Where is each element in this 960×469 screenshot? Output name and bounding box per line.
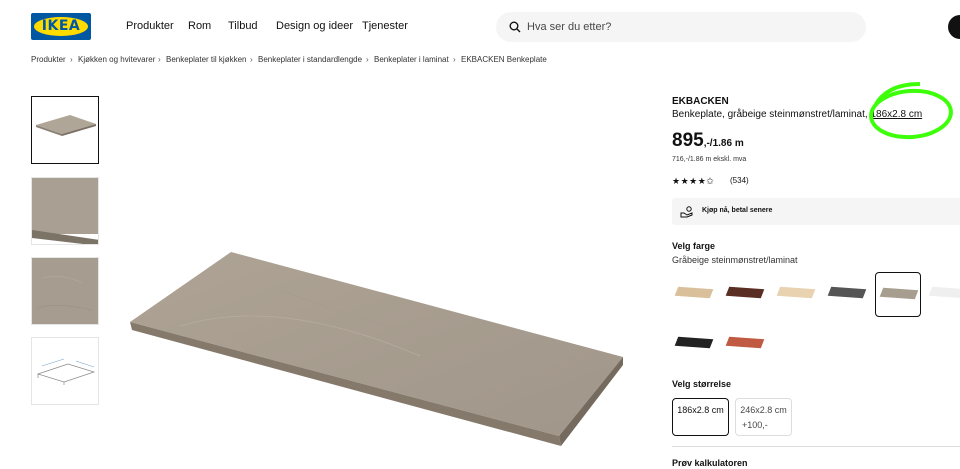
calculator-link[interactable]: Prøv kalkulatoren (672, 458, 748, 468)
swatch-sample (674, 336, 714, 349)
color-swatch-black[interactable] (672, 322, 716, 366)
thumbnail-1[interactable] (31, 96, 99, 164)
color-swatch-dark-grey[interactable] (825, 272, 869, 316)
thumbnail-dimension-drawing (36, 358, 96, 385)
swatch-sample (928, 286, 960, 299)
breadcrumb-item[interactable]: Benkeplater i laminat (374, 55, 449, 64)
swatch-sample (879, 287, 919, 300)
color-swatch-grey-beige-stone[interactable] (875, 272, 921, 317)
divider (672, 446, 960, 447)
header: IKEA Produkter Rom Tilbud Design og idee… (0, 0, 960, 54)
breadcrumb-separator: › (453, 55, 456, 64)
price-suffix: ,-/1.86 m (703, 138, 744, 149)
thumbnail-2[interactable] (31, 177, 99, 245)
nav-tilbud[interactable]: Tilbud (228, 20, 258, 32)
breadcrumb-item[interactable]: Kjøkken og hvitevarer (78, 55, 155, 64)
price-main: 895 (672, 130, 704, 151)
breadcrumb-item[interactable]: Produkter (31, 55, 66, 64)
size-option-label: 246x2.8 cm (740, 405, 787, 415)
color-swatch-white-marble[interactable] (926, 272, 960, 316)
green-highlight-annotation (869, 82, 953, 140)
swatch-sample (674, 286, 714, 299)
logo-text: IKEA (41, 18, 81, 34)
search-placeholder: Hva ser du etter? (527, 21, 612, 33)
main-product-image (130, 252, 623, 446)
color-swatch-terracotta[interactable] (723, 322, 767, 366)
search-input[interactable]: Hva ser du etter? (496, 12, 866, 42)
color-swatch-light-wood[interactable] (774, 272, 818, 316)
size-option-label: 186x2.8 cm (677, 405, 724, 415)
swatch-sample (827, 286, 867, 299)
product-description-text: Benkeplate, gråbeige steinmønstret/lamin… (672, 109, 868, 120)
color-swatch-dark-brown[interactable] (723, 272, 767, 316)
size-option-246[interactable]: 246x2.8 cm +100,- (735, 398, 792, 436)
product-price: 895,-/1.86 m (672, 130, 744, 152)
breadcrumb-separator: › (250, 55, 253, 64)
breadcrumb-separator: › (158, 55, 161, 64)
account-icon[interactable] (948, 15, 960, 39)
buy-now-pay-later-banner[interactable]: Kjøp nå, betal senere (672, 198, 960, 225)
thumbnail-surface-image (32, 258, 98, 324)
breadcrumb-separator: › (366, 55, 369, 64)
rating-stars-icon: ★★★★✩ (672, 176, 715, 186)
breadcrumb-item[interactable]: Benkeplater i standardlengde (258, 55, 362, 64)
swatch-sample (776, 286, 816, 299)
buy-now-pay-later-label: Kjøp nå, betal senere (702, 207, 773, 214)
nav-rom[interactable]: Rom (188, 20, 211, 32)
ikea-logo[interactable]: IKEA (31, 13, 91, 40)
nav-produkter[interactable]: Produkter (126, 20, 174, 32)
size-option-186[interactable]: 186x2.8 cm (672, 398, 729, 436)
thumbnail-4[interactable] (31, 337, 99, 405)
nav-tjenester[interactable]: Tjenester (362, 20, 408, 32)
thumbnail-edge-image (32, 178, 98, 244)
selected-color-label: Gråbeige steinmønstret/laminat (672, 255, 798, 265)
product-name: EKBACKEN (672, 96, 729, 107)
swatch-sample (725, 336, 765, 349)
nav-design-og-ideer[interactable]: Design og ideer (276, 20, 353, 32)
size-section-title: Velg størrelse (672, 379, 732, 389)
breadcrumb-current: EKBACKEN Benkeplate (461, 55, 547, 64)
size-option-price-diff: +100,- (742, 420, 768, 430)
breadcrumb-separator: › (70, 55, 73, 64)
color-swatch-light-oak[interactable] (672, 272, 716, 316)
color-section-title: Velg farge (672, 241, 716, 251)
price-ex-vat: 716,-/1.86 m ekskl. mva (672, 156, 747, 163)
thumbnail-worktop-image (36, 115, 96, 136)
review-count: (534) (730, 176, 749, 185)
swatch-sample (725, 286, 765, 299)
thumbnail-3[interactable] (31, 257, 99, 325)
hand-coin-icon (680, 206, 693, 218)
search-icon (509, 21, 521, 33)
breadcrumb-item[interactable]: Benkeplater til kjøkken (166, 55, 246, 64)
